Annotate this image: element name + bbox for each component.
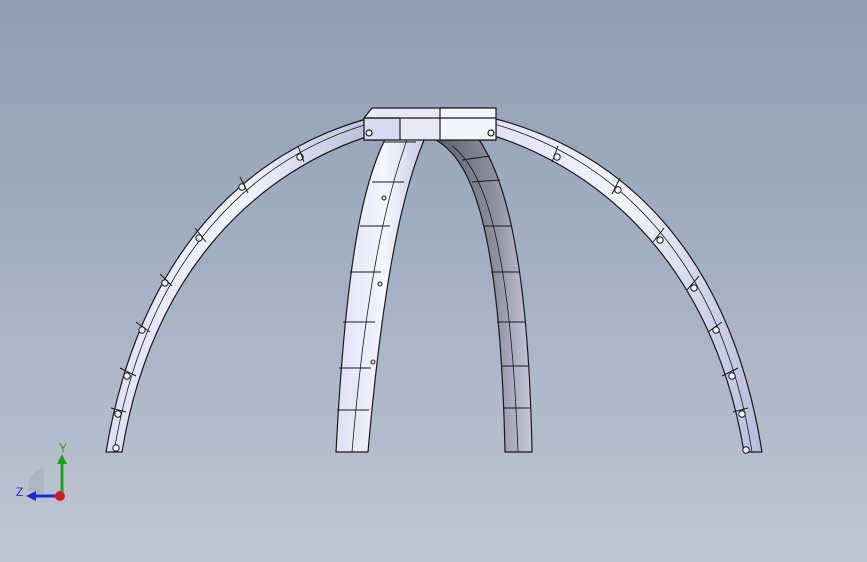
model-view[interactable] <box>0 0 867 562</box>
y-axis-label: Y <box>59 441 68 455</box>
graphics-viewport[interactable]: Y Z <box>0 0 867 562</box>
back-arm <box>435 137 533 453</box>
front-arm <box>335 111 437 453</box>
left-arm <box>105 117 376 453</box>
z-axis-label: Z <box>16 485 24 499</box>
x-axis-icon <box>55 491 65 501</box>
hub <box>363 107 497 141</box>
view-triad[interactable]: Y Z <box>14 440 74 510</box>
